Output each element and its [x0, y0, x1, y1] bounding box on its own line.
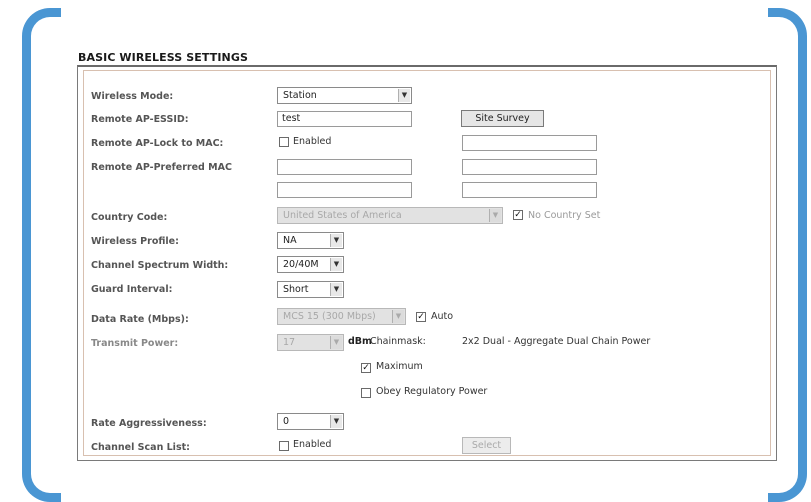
chevron-down-icon: ▼ [330, 234, 342, 247]
guard-interval-value: Short [283, 284, 309, 295]
chainmask-value: 2x2 Dual - Aggregate Dual Chain Power [462, 336, 651, 347]
chevron-down-icon: ▼ [330, 258, 342, 271]
chevron-down-icon: ▼ [330, 415, 342, 428]
channel-scan-select-button[interactable]: Select [462, 437, 511, 454]
chevron-down-icon: ▼ [330, 283, 342, 296]
channel-width-value: 20/40M [283, 259, 319, 270]
obey-regulatory-label: Obey Regulatory Power [376, 386, 488, 397]
data-rate-select[interactable]: MCS 15 (300 Mbps) ▼ [277, 308, 406, 325]
rate-aggressiveness-select[interactable]: 0 ▼ [277, 413, 344, 430]
wireless-mode-label: Wireless Mode: [91, 91, 174, 102]
maximum-label: Maximum [376, 361, 423, 372]
lock-to-mac-label: Remote AP-Lock to MAC: [91, 138, 224, 149]
data-rate-auto-label: Auto [431, 311, 454, 322]
country-code-value: United States of America [283, 210, 402, 221]
chevron-down-icon: ▼ [398, 89, 410, 102]
chevron-down-icon: ▼ [330, 336, 342, 349]
preferred-mac-input-3[interactable] [277, 182, 412, 198]
wireless-profile-value: NA [283, 235, 297, 246]
transmit-power-value: 17 [283, 337, 296, 348]
rate-aggressiveness-label: Rate Aggressiveness: [91, 418, 207, 429]
data-rate-label: Data Rate (Mbps): [91, 314, 189, 325]
data-rate-value: MCS 15 (300 Mbps) [283, 311, 376, 322]
lock-to-mac-checkbox[interactable] [279, 137, 289, 147]
obey-regulatory-checkbox[interactable] [361, 388, 371, 398]
channel-scan-enabled-label: Enabled [293, 439, 332, 450]
channel-scan-checkbox[interactable] [279, 441, 289, 451]
section-title: BASIC WIRELESS SETTINGS [78, 51, 248, 64]
country-code-select[interactable]: United States of America ▼ [277, 207, 503, 224]
wireless-profile-select[interactable]: NA ▼ [277, 232, 344, 249]
lock-to-mac-enabled-label: Enabled [293, 136, 332, 147]
no-country-checkbox[interactable]: ✓ [513, 210, 523, 220]
transmit-power-select[interactable]: 17 ▼ [277, 334, 344, 351]
lock-to-mac-input[interactable] [462, 135, 597, 151]
country-code-label: Country Code: [91, 212, 168, 223]
chainmask-label: Chainmask: [370, 336, 426, 347]
channel-scan-label: Channel Scan List: [91, 442, 190, 453]
remote-essid-label: Remote AP-ESSID: [91, 114, 189, 125]
guard-interval-label: Guard Interval: [91, 284, 173, 295]
preferred-mac-input-2[interactable] [462, 159, 597, 175]
transmit-power-label: Transmit Power: [91, 338, 179, 349]
data-rate-auto-checkbox[interactable]: ✓ [416, 312, 426, 322]
wireless-profile-label: Wireless Profile: [91, 236, 179, 247]
channel-width-label: Channel Spectrum Width: [91, 260, 229, 271]
site-survey-button[interactable]: Site Survey [461, 110, 544, 127]
preferred-mac-input-1[interactable] [277, 159, 412, 175]
chevron-down-icon: ▼ [489, 209, 501, 222]
left-bracket-decoration [22, 8, 61, 502]
rate-aggressiveness-value: 0 [283, 416, 290, 427]
remote-essid-input[interactable]: test [277, 111, 412, 127]
guard-interval-select[interactable]: Short ▼ [277, 281, 344, 298]
preferred-mac-label: Remote AP-Preferred MAC [91, 162, 232, 173]
wireless-mode-value: Station [283, 90, 317, 101]
wireless-mode-select[interactable]: Station ▼ [277, 87, 412, 104]
preferred-mac-input-4[interactable] [462, 182, 597, 198]
chevron-down-icon: ▼ [392, 310, 404, 323]
no-country-label: No Country Set [528, 210, 601, 221]
transmit-power-unit: dBm [348, 336, 372, 347]
maximum-checkbox[interactable]: ✓ [361, 363, 371, 373]
channel-width-select[interactable]: 20/40M ▼ [277, 256, 344, 273]
